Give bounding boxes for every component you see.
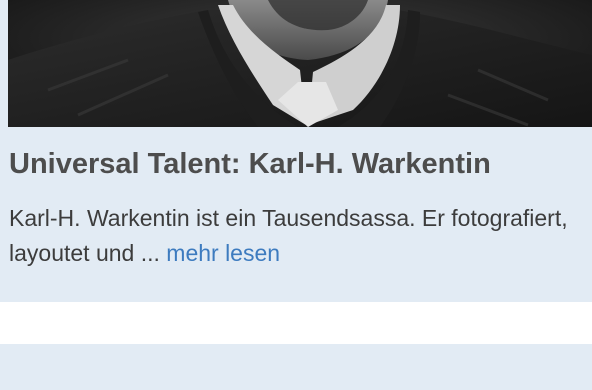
article-excerpt: Karl-H. Warkentin ist ein Tausendsassa. …: [9, 201, 569, 271]
article-title[interactable]: Universal Talent: Karl-H. Warkentin: [9, 144, 491, 184]
excerpt-text: Karl-H. Warkentin ist ein Tausendsassa. …: [9, 205, 568, 266]
article-photo[interactable]: [8, 0, 592, 127]
read-more-link[interactable]: mehr lesen: [166, 240, 280, 266]
next-article-card: [0, 344, 592, 390]
article-card: Universal Talent: Karl-H. Warkentin Karl…: [0, 0, 592, 302]
portrait-image: [8, 0, 592, 127]
